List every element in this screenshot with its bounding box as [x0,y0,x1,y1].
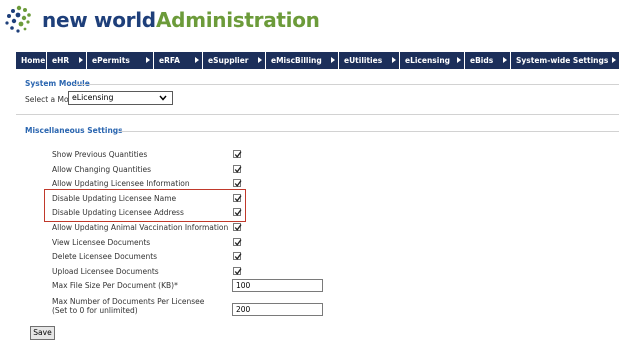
section-divider [74,84,619,85]
caret-right-icon [612,57,616,63]
max-file-size-value: 100 [236,281,251,290]
section-frame-bottom [16,114,619,115]
caret-right-icon [503,57,507,63]
section-divider [120,131,619,132]
nav-item-label: eMiscBilling [271,56,322,65]
checkmark-icon [234,224,242,231]
nav-item-erfa[interactable]: eRFA [154,52,203,69]
checkbox-delete-licensee-documents[interactable] [233,252,242,260]
nav-item-label: eLicensing [405,56,451,65]
nav-item-ehr[interactable]: eHR [47,52,87,69]
max-documents-hint: (Set to 0 for unlimited) [52,306,138,315]
nav-item-label: eBids [470,56,494,65]
setting-label-upload-licensee-documents: Upload Licensee Documents [52,267,159,276]
setting-label-show-previous-quantities: Show Previous Quantities [52,150,148,159]
setting-label-delete-licensee-documents: Delete Licensee Documents [52,252,158,261]
nav-item-label: eRFA [159,56,180,65]
nav-item-label: ePermits [92,56,130,65]
nav-item-eutilities[interactable]: eUtilities [339,52,400,69]
setting-label-view-licensee-documents: View Licensee Documents [52,238,151,247]
nav-item-esupplier[interactable]: eSupplier [203,52,266,69]
nav-item-label: System-wide Settings [516,56,609,65]
max-file-size-input[interactable]: 100 [232,279,323,292]
save-button[interactable]: Save [30,326,55,340]
checkmark-icon [234,180,242,187]
logo-text-new-world: new world [42,8,156,32]
misc-settings-title: Miscellaneous Settings [25,126,123,135]
chevron-down-icon [159,95,167,101]
checkbox-upload-licensee-documents[interactable] [233,267,242,275]
checkbox-view-licensee-documents[interactable] [233,238,242,246]
app-header: new world Administration [0,0,619,45]
checkbox-allow-changing-quantities[interactable] [233,165,242,173]
dotted-swirl-logo-icon [5,5,31,33]
nav-item-home[interactable]: Home [16,52,47,69]
caret-right-icon [79,57,83,63]
checkmark-icon [234,268,242,275]
logo-text-administration: Administration [156,8,320,32]
checkmark-icon [234,166,242,173]
caret-right-icon [392,57,396,63]
main-nav-bar: Home eHR ePermits eRFA eSupplier eMiscBi… [16,52,619,69]
highlight-box [44,189,246,222]
max-documents-input[interactable]: 200 [232,303,323,316]
checkmark-icon [234,253,242,260]
checkbox-show-previous-quantities[interactable] [233,150,242,158]
checkmark-icon [234,151,242,158]
nav-item-label: eHR [52,56,70,65]
max-file-size-label: Max File Size Per Document (KB)* [52,281,178,290]
module-select-value: eLicensing [72,93,114,102]
caret-right-icon [195,57,199,63]
nav-item-label: eSupplier [208,56,249,65]
max-documents-value: 200 [236,305,251,314]
setting-label-allow-updating-licensee-information: Allow Updating Licensee Information [52,179,190,188]
nav-item-label: Home [21,56,46,65]
nav-item-elicensing[interactable]: eLicensing [400,52,465,69]
caret-right-icon [258,57,262,63]
caret-right-icon [146,57,150,63]
module-select[interactable]: eLicensing [68,91,173,105]
nav-item-epermits[interactable]: ePermits [87,52,154,69]
checkbox-allow-updating-licensee-information[interactable] [233,179,242,187]
nav-item-emiscbilling[interactable]: eMiscBilling [266,52,339,69]
checkmark-icon [234,239,242,246]
checkbox-allow-updating-animal-vaccination-information[interactable] [233,223,242,231]
caret-right-icon [457,57,461,63]
max-documents-label: Max Number of Documents Per Licensee [52,297,205,306]
setting-label-allow-changing-quantities: Allow Changing Quantities [52,165,152,174]
nav-item-ebids[interactable]: eBids [465,52,511,69]
caret-right-icon [331,57,335,63]
nav-item-system-wide-settings[interactable]: System-wide Settings [511,52,619,69]
setting-label-allow-updating-animal-vaccination-information: Allow Updating Animal Vaccination Inform… [52,223,229,232]
nav-item-label: eUtilities [344,56,383,65]
